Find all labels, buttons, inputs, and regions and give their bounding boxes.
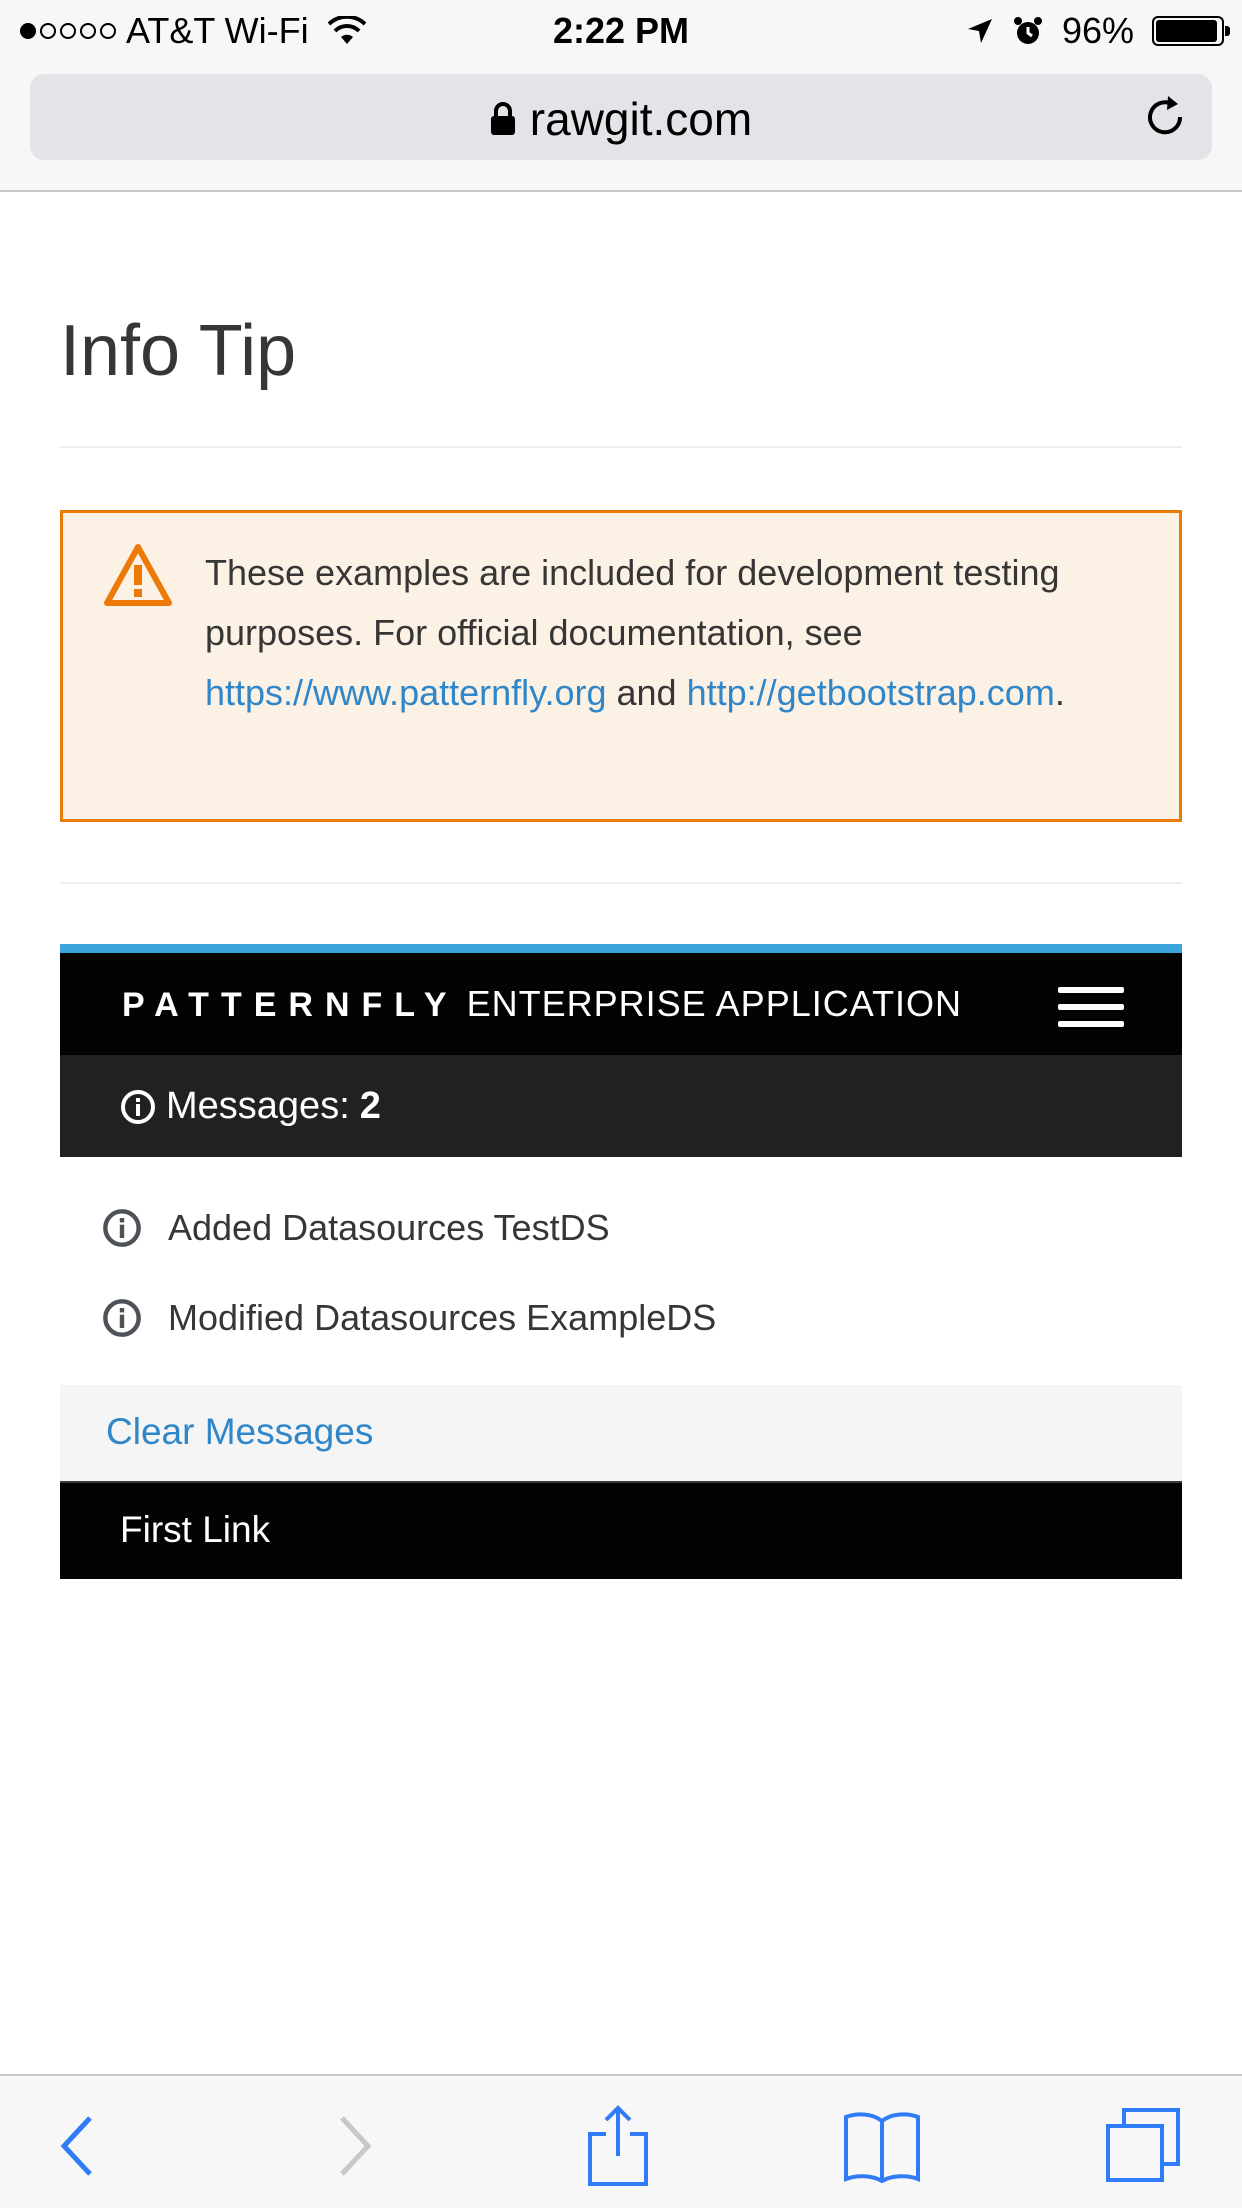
message-item: Added Datasources TestDS xyxy=(60,1183,1182,1273)
message-text: Modified Datasources ExampleDS xyxy=(168,1297,717,1338)
first-link-label: First Link xyxy=(120,1509,271,1550)
back-icon xyxy=(60,2116,92,2176)
location-arrow-icon xyxy=(967,19,992,43)
warning-alert: These examples are included for developm… xyxy=(60,510,1182,822)
tabs-button[interactable] xyxy=(1104,2106,1184,2186)
alert-text-part: . xyxy=(1054,672,1065,713)
warning-triangle-icon xyxy=(104,544,172,606)
message-text: Added Datasources TestDS xyxy=(168,1207,610,1248)
forward-button[interactable] xyxy=(314,2106,394,2186)
status-right: 96% xyxy=(966,10,1230,52)
share-icon xyxy=(588,2105,648,2186)
address-bar[interactable]: rawgit.com xyxy=(30,74,1212,160)
bookmarks-button[interactable] xyxy=(842,2106,922,2186)
status-bar: AT&T Wi-Fi 2:22 PM 96% xyxy=(0,0,1242,62)
alert-text-part: and xyxy=(606,672,687,713)
alert-message: These examples are included for developm… xyxy=(205,543,1145,723)
messages-header: Messages: 2 xyxy=(120,1085,381,1128)
patternfly-navbar: PATTERNFLY ENTERPRISE APPLICATION Messag… xyxy=(60,944,1182,1579)
divider xyxy=(60,446,1182,448)
clear-messages-link[interactable]: Clear Messages xyxy=(106,1411,373,1453)
messages-count: 2 xyxy=(359,1085,381,1127)
hamburger-menu-icon[interactable] xyxy=(1058,987,1124,1027)
messages-list: Added Datasources TestDS Modified Dataso… xyxy=(60,1157,1182,1579)
tabs-icon xyxy=(1106,2108,1180,2182)
info-icon xyxy=(103,1299,141,1337)
clear-messages-row: Clear Messages xyxy=(60,1385,1182,1481)
navbar-brand[interactable]: PATTERNFLY ENTERPRISE APPLICATION xyxy=(122,983,962,1025)
url-display[interactable]: rawgit.com xyxy=(30,92,1212,146)
patternfly-link[interactable]: https://www.patternfly.org xyxy=(205,672,607,713)
brand-app-name: ENTERPRISE APPLICATION xyxy=(466,983,963,1024)
message-item: Modified Datasources ExampleDS xyxy=(60,1273,1182,1363)
reload-icon[interactable] xyxy=(1140,92,1190,142)
page-title: Info Tip xyxy=(60,311,297,391)
back-button[interactable] xyxy=(38,2106,118,2186)
forward-icon xyxy=(340,2116,372,2176)
navbar-header: PATTERNFLY ENTERPRISE APPLICATION xyxy=(60,953,1182,1055)
divider xyxy=(60,882,1182,884)
battery-percent: 96% xyxy=(1061,10,1134,51)
alarm-icon xyxy=(1013,17,1042,44)
url-text: rawgit.com xyxy=(529,93,753,145)
brand-name: PATTERNFLY xyxy=(122,986,459,1024)
messages-toggle[interactable]: Messages: 2 xyxy=(60,1055,1182,1157)
info-icon xyxy=(103,1209,141,1247)
lock-icon xyxy=(490,101,515,135)
messages-label: Messages: xyxy=(166,1085,350,1127)
bootstrap-link[interactable]: http://getbootstrap.com xyxy=(687,672,1055,713)
browser-top-bar: AT&T Wi-Fi 2:22 PM 96% rawgit.com xyxy=(0,0,1242,192)
browser-toolbar xyxy=(0,2074,1242,2208)
battery-icon xyxy=(1152,16,1230,46)
navbar-accent-bar xyxy=(60,944,1182,953)
share-button[interactable] xyxy=(578,2105,658,2186)
bookmarks-icon xyxy=(844,2112,920,2183)
nav-item-first-link[interactable]: First Link xyxy=(60,1481,1182,1579)
alert-text-part: These examples are included for developm… xyxy=(205,552,1060,653)
info-icon xyxy=(121,1089,155,1124)
